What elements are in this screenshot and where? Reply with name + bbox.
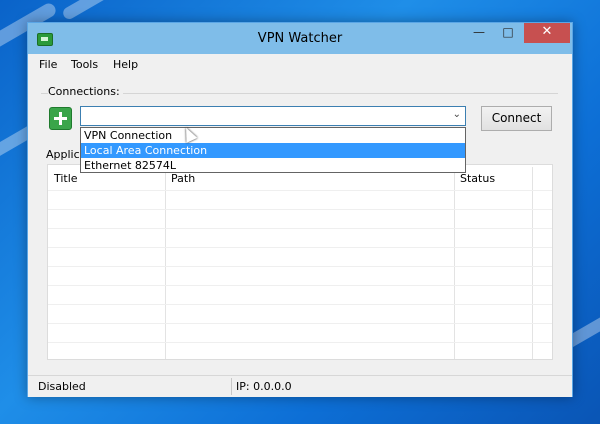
row-divider — [48, 190, 552, 191]
row-divider — [48, 285, 552, 286]
status-bar: Disabled IP: 0.0.0.0 — [28, 375, 572, 397]
column-divider — [532, 167, 533, 359]
column-header-path[interactable]: Path — [171, 172, 195, 185]
row-divider — [48, 323, 552, 324]
chevron-down-icon[interactable]: ⌄ — [453, 109, 461, 120]
menu-bar: File Tools Help — [28, 54, 572, 74]
column-header-status[interactable]: Status — [460, 172, 495, 185]
menu-tools[interactable]: Tools — [71, 58, 98, 71]
column-divider — [165, 167, 166, 359]
status-divider — [231, 378, 232, 395]
dropdown-option-ethernet-82574l[interactable]: Ethernet 82574L — [81, 158, 465, 173]
title-bar[interactable]: VPN Watcher — □ ✕ — [28, 23, 572, 54]
menu-help[interactable]: Help — [113, 58, 138, 71]
maximize-button[interactable]: □ — [495, 23, 521, 43]
row-divider — [48, 304, 552, 305]
column-header-title[interactable]: Title — [54, 172, 78, 185]
row-divider — [48, 247, 552, 248]
ip-address: IP: 0.0.0.0 — [236, 380, 292, 393]
close-button[interactable]: ✕ — [524, 23, 570, 43]
minimize-button[interactable]: — — [466, 23, 492, 43]
row-divider — [48, 228, 552, 229]
menu-file[interactable]: File — [39, 58, 57, 71]
connect-button[interactable]: Connect — [481, 106, 552, 131]
row-divider — [48, 209, 552, 210]
add-connection-button[interactable] — [49, 107, 72, 130]
dropdown-option-vpn-connection[interactable]: VPN Connection — [81, 128, 465, 143]
applications-label-box: Applic — [46, 148, 80, 162]
plus-icon — [59, 112, 62, 125]
applications-label: Applic — [46, 148, 80, 161]
status-text: Disabled — [38, 380, 86, 393]
connection-dropdown-list[interactable]: VPN Connection Local Area Connection Eth… — [80, 127, 466, 173]
row-divider — [48, 342, 552, 343]
dropdown-option-local-area-connection[interactable]: Local Area Connection — [81, 143, 465, 158]
column-divider — [454, 167, 455, 359]
applications-list[interactable]: Title Path Status — [47, 164, 553, 360]
connection-select[interactable]: ⌄ — [80, 106, 466, 126]
desktop-decoration — [61, 0, 119, 22]
app-window: VPN Watcher — □ ✕ File Tools Help Connec… — [27, 22, 573, 397]
connections-label: Connections: — [48, 85, 123, 98]
row-divider — [48, 266, 552, 267]
